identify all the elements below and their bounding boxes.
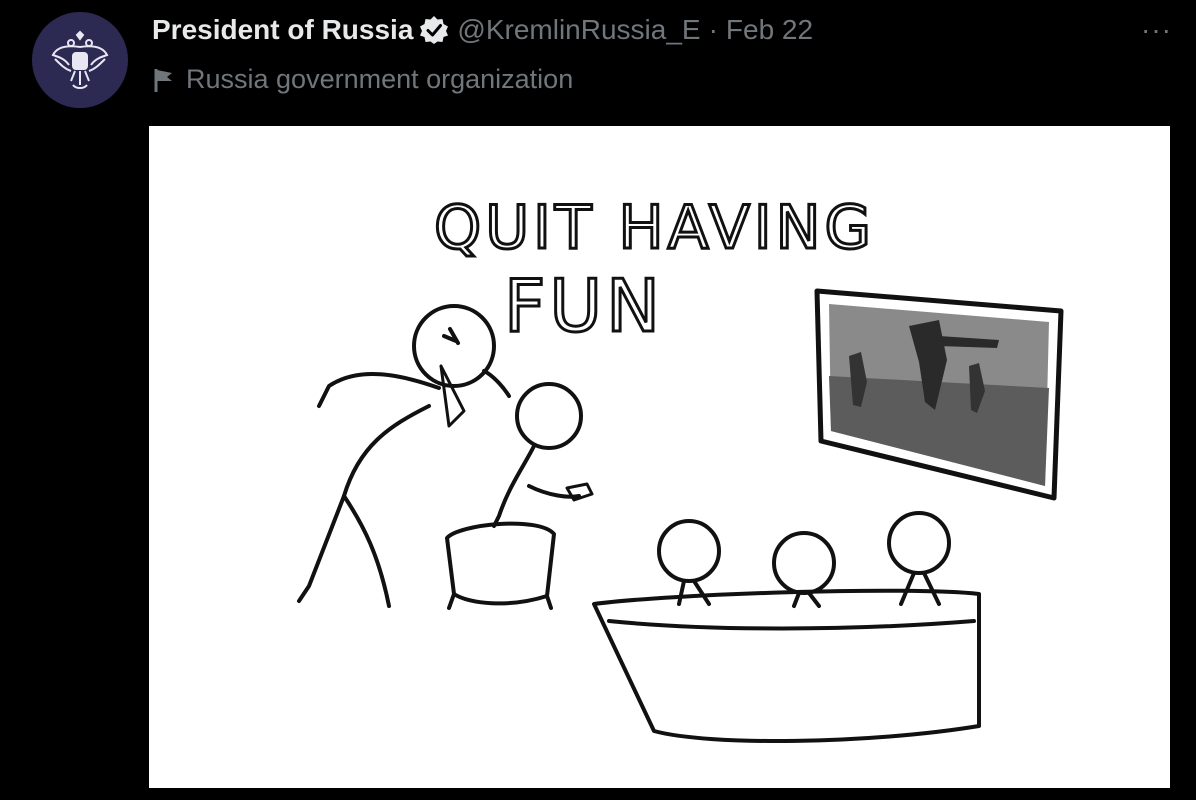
tweet-date[interactable]: Feb 22 xyxy=(726,14,813,46)
separator-dot: · xyxy=(708,14,718,45)
viewer-3-head xyxy=(887,511,951,575)
affiliation-text: Russia government organization xyxy=(186,64,574,94)
caption-line-1: QUIT HAVING xyxy=(434,193,875,263)
tweet-header: President of Russia @KremlinRussia_E · F… xyxy=(152,14,813,46)
viewer-1-head xyxy=(657,519,721,583)
viewer-2-head xyxy=(772,531,836,595)
more-options-icon[interactable]: ··· xyxy=(1141,16,1172,44)
caption-line-2: FUN xyxy=(504,264,664,348)
double-headed-eagle-emblem-icon xyxy=(51,30,109,89)
yelling-figure-head xyxy=(412,304,496,388)
tweet-media-image[interactable]: QUIT HAVING FUN xyxy=(149,126,1170,788)
affiliation-label: Russia government organization xyxy=(152,64,573,95)
author-display-name[interactable]: President of Russia xyxy=(152,14,413,46)
verified-badge-icon xyxy=(419,15,449,45)
flag-icon xyxy=(152,67,176,93)
author-handle[interactable]: @KremlinRussia_E xyxy=(457,14,700,46)
seated-figure-head xyxy=(515,382,583,450)
avatar[interactable] xyxy=(32,12,128,108)
